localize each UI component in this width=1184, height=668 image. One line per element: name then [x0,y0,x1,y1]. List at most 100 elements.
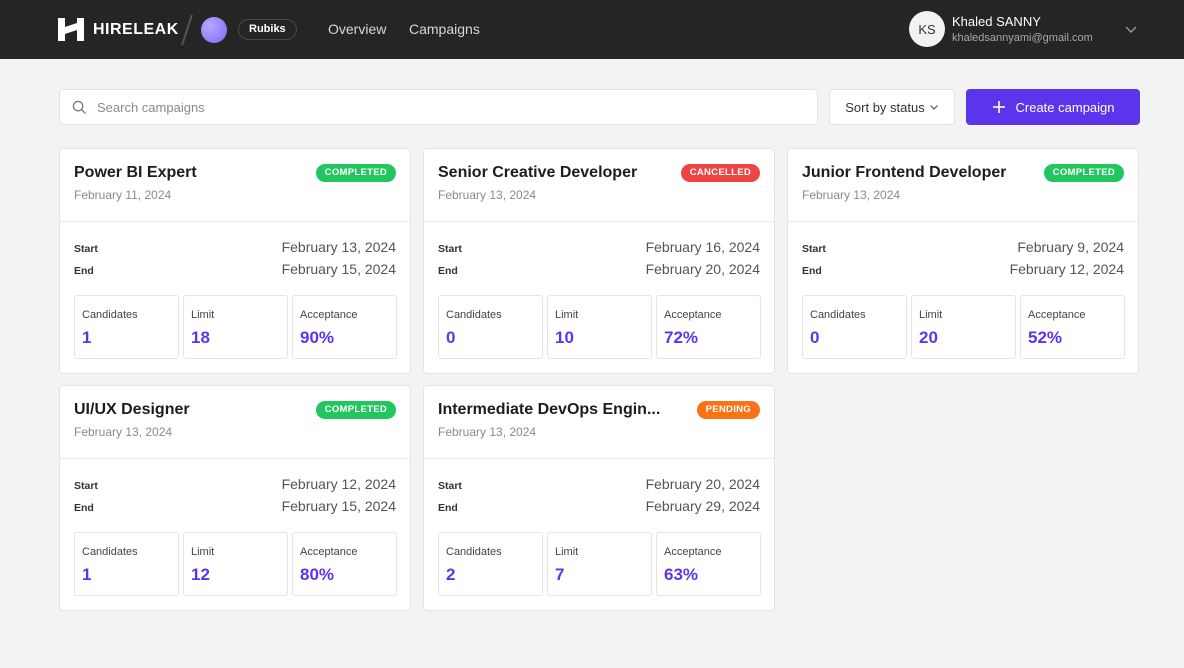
stats-row: Candidates 0 Limit 20 Acceptance 52% [802,295,1125,359]
search-icon [72,100,87,114]
campaign-card[interactable]: Power BI Expert February 11, 2024 COMPLE… [59,148,411,374]
campaign-title: Junior Frontend Developer [802,164,1007,181]
limit-value: 10 [555,328,574,347]
limit-value: 20 [919,328,938,347]
acceptance-value: 52% [1028,328,1063,347]
brand-name: HIRELEAK [93,20,179,38]
start-label: Start [438,480,462,492]
search-input[interactable] [97,99,797,115]
status-badge: COMPLETED [315,164,396,182]
start-label: Start [74,243,98,255]
acceptance-stat: Acceptance 80% [292,532,397,596]
end-date: February 12, 2024 [1009,261,1124,277]
campaign-title: Power BI Expert [74,164,197,181]
status-badge: PENDING [696,401,760,419]
start-row: Start February 9, 2024 [802,239,1124,255]
limit-value: 7 [555,565,565,584]
limit-stat: Limit 7 [547,532,652,596]
limit-stat: Limit 20 [911,295,1016,359]
end-row: End February 12, 2024 [802,261,1124,277]
user-email: khaledsannyami@gmail.com [952,32,1093,44]
campaign-created-date: February 13, 2024 [74,425,173,439]
candidates-label: Candidates [810,309,866,321]
limit-label: Limit [191,309,215,321]
acceptance-label: Acceptance [1028,309,1086,321]
limit-label: Limit [555,309,579,321]
candidates-stat: Candidates 0 [802,295,907,359]
end-label: End [438,502,458,514]
candidates-stat: Candidates 1 [74,532,179,596]
candidates-value: 1 [82,565,92,584]
end-date: February 15, 2024 [281,498,396,514]
chevron-down-icon [929,105,938,110]
candidates-stat: Candidates 0 [438,295,543,359]
nav-campaigns[interactable]: Campaigns [409,21,480,37]
candidates-label: Candidates [82,309,138,321]
campaign-title: Senior Creative Developer [438,164,638,181]
end-label: End [74,265,94,277]
card-header: UI/UX Designer February 13, 2024 COMPLET… [60,386,410,459]
start-row: Start February 13, 2024 [74,239,396,255]
acceptance-stat: Acceptance 52% [1020,295,1125,359]
card-header: Intermediate DevOps Engin... February 13… [424,386,774,459]
candidates-value: 0 [446,328,456,347]
campaign-card[interactable]: Intermediate DevOps Engin... February 13… [423,385,775,611]
search-box[interactable] [59,89,818,125]
candidates-value: 1 [82,328,92,347]
campaign-title: UI/UX Designer [74,401,190,418]
card-header: Senior Creative Developer February 13, 2… [424,149,774,222]
start-date: February 13, 2024 [281,239,396,255]
brand-logo[interactable]: HIRELEAK [57,16,179,43]
org-name-pill[interactable]: Rubiks [238,19,297,40]
limit-label: Limit [191,546,215,558]
user-name: Khaled SANNY [952,14,1041,29]
end-date: February 20, 2024 [645,261,760,277]
candidates-label: Candidates [446,309,502,321]
limit-stat: Limit 18 [183,295,288,359]
campaign-card[interactable]: Senior Creative Developer February 13, 2… [423,148,775,374]
start-date: February 9, 2024 [1017,239,1124,255]
acceptance-value: 63% [664,565,699,584]
start-label: Start [438,243,462,255]
status-badge: COMPLETED [1043,164,1124,182]
chevron-down-icon[interactable] [1124,22,1138,36]
limit-stat: Limit 10 [547,295,652,359]
candidates-stat: Candidates 1 [74,295,179,359]
start-row: Start February 16, 2024 [438,239,760,255]
create-campaign-button[interactable]: Create campaign [966,89,1140,125]
acceptance-value: 90% [300,328,335,347]
hireleak-logo-icon [58,18,84,41]
acceptance-label: Acceptance [300,546,358,558]
campaign-created-date: February 13, 2024 [802,188,901,202]
acceptance-label: Acceptance [300,309,358,321]
end-row: End February 15, 2024 [74,261,396,277]
nav-overview[interactable]: Overview [328,21,386,37]
start-date: February 16, 2024 [645,239,760,255]
end-row: End February 15, 2024 [74,498,396,514]
limit-stat: Limit 12 [183,532,288,596]
user-avatar[interactable]: KS [909,11,945,47]
campaign-created-date: February 13, 2024 [438,188,537,202]
campaign-card[interactable]: Junior Frontend Developer February 13, 2… [787,148,1139,374]
plus-icon [992,101,1005,113]
candidates-label: Candidates [82,546,138,558]
stats-row: Candidates 2 Limit 7 Acceptance 63% [438,532,761,596]
header-divider [181,14,193,46]
acceptance-stat: Acceptance 63% [656,532,761,596]
candidates-label: Candidates [446,546,502,558]
end-date: February 29, 2024 [645,498,760,514]
acceptance-value: 72% [664,328,699,347]
start-label: Start [802,243,826,255]
acceptance-value: 80% [300,565,335,584]
end-row: End February 29, 2024 [438,498,760,514]
limit-value: 18 [191,328,210,347]
limit-label: Limit [555,546,579,558]
end-row: End February 20, 2024 [438,261,760,277]
campaign-created-date: February 13, 2024 [438,425,537,439]
org-avatar[interactable] [201,17,227,43]
sort-by-status-dropdown[interactable]: Sort by status [829,89,955,125]
top-bar: HIRELEAK Rubiks Overview Campaigns KS Kh… [0,0,1184,59]
end-label: End [802,265,822,277]
create-campaign-label: Create campaign [1015,99,1115,115]
campaign-card[interactable]: UI/UX Designer February 13, 2024 COMPLET… [59,385,411,611]
